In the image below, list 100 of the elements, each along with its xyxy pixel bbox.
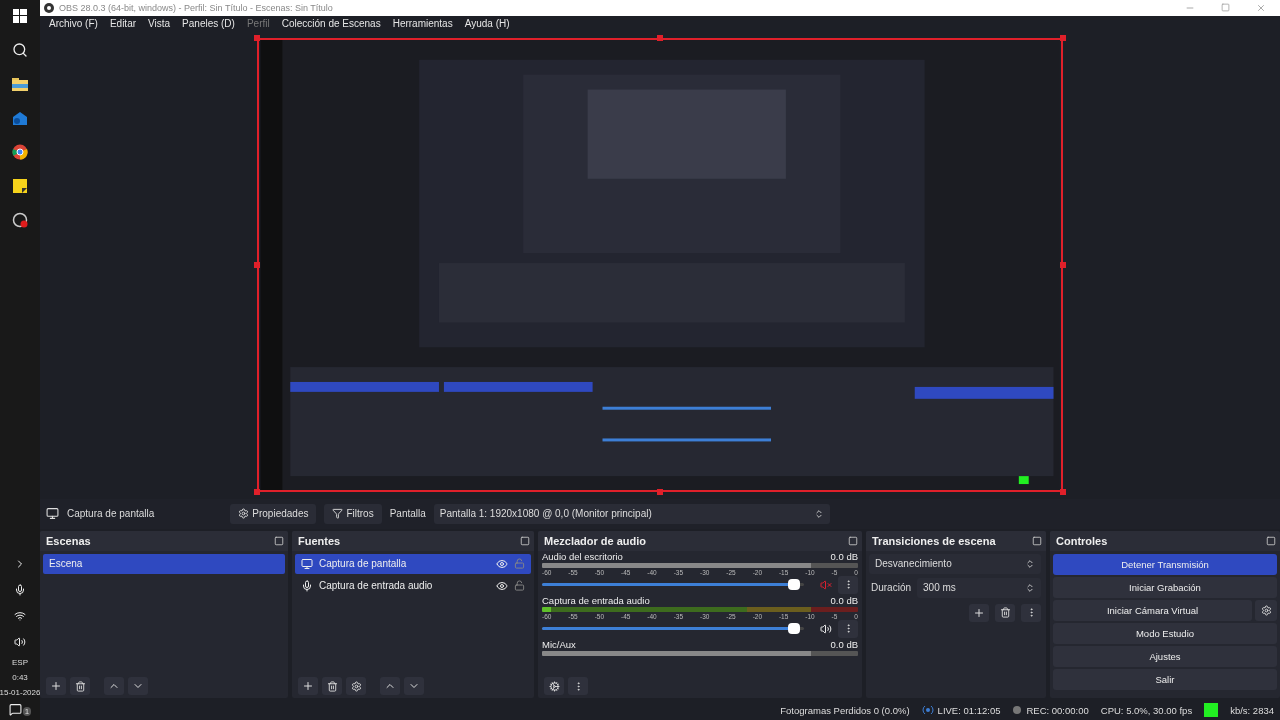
undock-icon[interactable] (520, 535, 530, 546)
control-button[interactable]: Iniciar Grabación (1053, 576, 1277, 598)
remove-button[interactable] (995, 603, 1015, 622)
resize-handle[interactable] (1060, 34, 1066, 41)
gears-icon (548, 680, 560, 692)
up-down-arrows-icon (1025, 582, 1035, 593)
resize-handle[interactable] (657, 34, 663, 41)
trash-icon (74, 680, 86, 692)
transition-select[interactable]: Desvanecimiento (869, 553, 1041, 574)
resize-handle[interactable] (254, 261, 260, 268)
volume-reading: 0.0 dB (830, 638, 858, 650)
volume-reading: 0.0 dB (830, 550, 858, 562)
settings-button[interactable] (1255, 599, 1277, 621)
undock-icon[interactable] (274, 535, 284, 546)
resize-handle[interactable] (1060, 488, 1066, 495)
window-title: OBS 28.0.3 (64-bit, windows) - Perfil: Sin Título - Escenas: Sin Título (59, 2, 334, 13)
plus-icon (973, 606, 985, 619)
sticky-note-icon[interactable] (10, 176, 30, 196)
panel-title: Escenas (46, 534, 91, 547)
move-up-button[interactable] (380, 677, 400, 696)
panel-title: Fuentes (298, 534, 341, 547)
move-up-button[interactable] (104, 677, 124, 696)
bitrate: kb/s: 2834 (1230, 704, 1274, 716)
muted-speaker-icon[interactable] (820, 578, 832, 591)
control-button[interactable]: Detener Transmisión (1053, 553, 1277, 575)
resize-handle[interactable] (657, 488, 663, 495)
menu-item[interactable]: Archivo (F) (44, 18, 103, 30)
recorder-icon[interactable] (10, 210, 30, 230)
dropped-frames: Fotogramas Perdidos 0 (0.0%) (780, 704, 910, 716)
eye-icon[interactable] (496, 579, 508, 592)
panel-title: Controles (1056, 534, 1108, 547)
gear-icon (238, 508, 250, 520)
move-down-button[interactable] (128, 677, 148, 696)
display-label: Pantalla (389, 508, 426, 520)
undock-icon[interactable] (1266, 535, 1276, 546)
live-time: LIVE: 01:12:05 (937, 704, 1001, 716)
menu-item[interactable]: Paneles (D) (177, 18, 240, 30)
source-item[interactable]: Captura de pantalla (295, 553, 531, 574)
slider-thumb[interactable] (787, 623, 800, 635)
menu-item[interactable]: Herramientas (387, 18, 458, 30)
windows-start-icon[interactable] (10, 6, 30, 26)
duration-field[interactable]: 300 ms (917, 577, 1041, 598)
properties-button[interactable]: Propiedades (230, 503, 317, 524)
up-down-arrows-icon (813, 508, 824, 519)
search-icon (12, 42, 28, 58)
more-button[interactable] (838, 619, 858, 638)
move-down-button[interactable] (404, 677, 424, 696)
channel-name: Audio del escritorio (542, 550, 623, 562)
trash-icon (326, 680, 338, 692)
remove-button[interactable] (70, 677, 90, 696)
language-indicator[interactable]: ESP (12, 658, 28, 667)
control-button[interactable]: Salir (1053, 668, 1277, 690)
slider-thumb[interactable] (787, 579, 800, 591)
up-down-arrows-icon (1025, 558, 1035, 569)
remove-button[interactable] (322, 677, 342, 696)
add-button[interactable] (298, 677, 318, 696)
unlock-icon[interactable] (514, 580, 525, 592)
plus-icon (50, 680, 62, 693)
panel-title: Transiciones de escena (872, 534, 996, 547)
source-item[interactable]: Captura de entrada audio (295, 575, 531, 596)
clock-date[interactable]: 15-01-2026 (0, 688, 41, 697)
duration-label: Duración (871, 582, 912, 594)
health-indicator-icon (1204, 703, 1219, 718)
display-select[interactable]: Pantalla 1: 1920x1080 @ 0,0 (Monitor principal) (433, 503, 830, 524)
menu-item[interactable]: Ayuda (H) (459, 18, 515, 30)
rec-time: REC: 00:00:00 (1026, 704, 1089, 716)
more-button[interactable] (838, 575, 858, 594)
filter-icon (332, 508, 344, 520)
notification-count: 1 (22, 707, 32, 716)
menu-item[interactable]: Colección de Escenas (276, 18, 386, 30)
menu-item[interactable]: Editar (104, 18, 142, 30)
filters-button[interactable]: Filtros (324, 503, 382, 524)
channel-name: Mic/Aux (542, 638, 576, 650)
eye-icon[interactable] (496, 557, 508, 570)
speaker-icon[interactable] (820, 622, 832, 635)
browser-icon[interactable] (10, 142, 30, 162)
control-button[interactable]: Modo Estudio (1053, 622, 1277, 644)
add-button[interactable] (969, 603, 989, 622)
mic-icon (301, 579, 313, 592)
menu-item[interactable]: Vista (143, 18, 176, 30)
control-button[interactable]: Ajustes (1053, 645, 1277, 667)
display-icon (301, 557, 313, 570)
advanced-settings-button[interactable] (544, 677, 564, 696)
control-button[interactable]: Iniciar Cámara Virtual (1053, 599, 1252, 621)
resize-handle[interactable] (254, 488, 260, 495)
undock-icon[interactable] (848, 535, 858, 546)
more-button[interactable] (1021, 603, 1041, 622)
undock-icon[interactable] (1032, 535, 1042, 546)
resize-handle[interactable] (254, 34, 260, 41)
clock-time[interactable]: 0:43 (12, 673, 28, 682)
notifications-icon[interactable] (8, 703, 22, 716)
settings-button[interactable] (346, 677, 366, 696)
add-button[interactable] (46, 677, 66, 696)
channel-name: Captura de entrada audio (542, 594, 650, 606)
trash-icon (999, 607, 1011, 619)
scene-item[interactable]: Escena (43, 553, 285, 574)
resize-handle[interactable] (1060, 261, 1066, 268)
display-icon (46, 507, 59, 521)
gear-icon (350, 680, 362, 692)
source-name: Captura de pantalla (67, 508, 155, 520)
